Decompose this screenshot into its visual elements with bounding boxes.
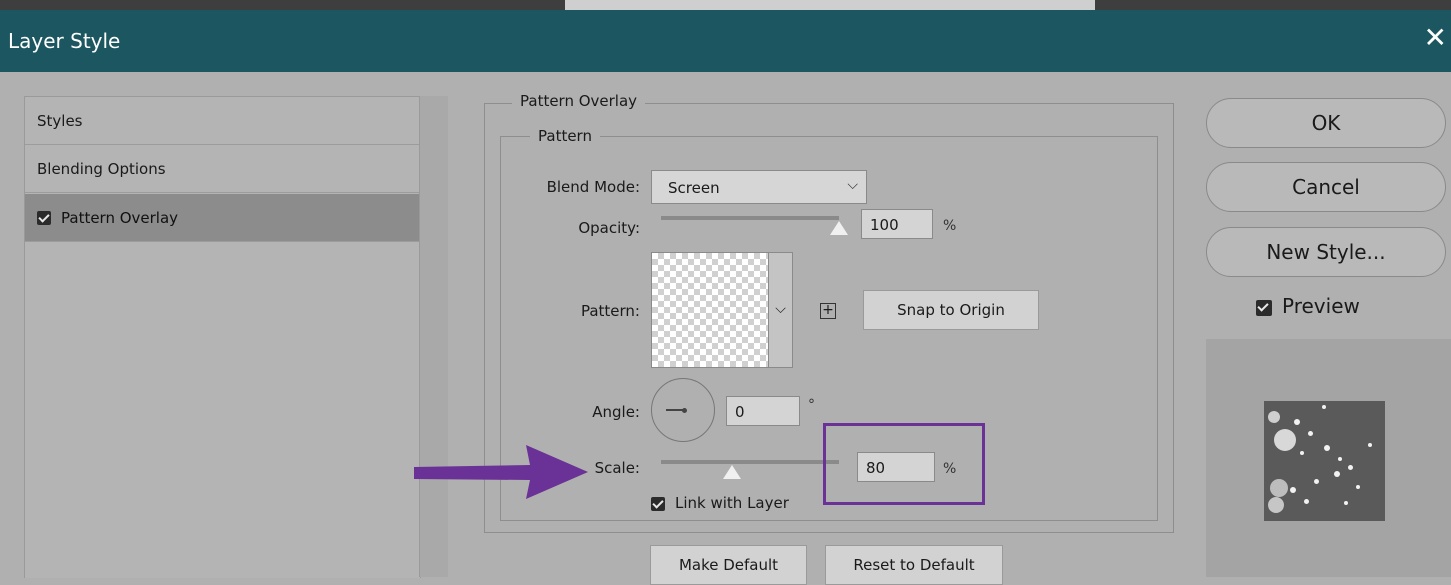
new-style-button[interactable]: New Style...	[1206, 227, 1446, 277]
title-bar: Layer Style ✕	[0, 10, 1451, 72]
blend-mode-select[interactable]: Screen ⌵	[651, 170, 867, 204]
angle-dial[interactable]	[651, 378, 715, 442]
make-default-button[interactable]: Make Default	[650, 545, 807, 585]
angle-unit: °	[808, 397, 815, 413]
annotation-arrow-icon	[414, 445, 588, 499]
styles-list-item-label: Pattern Overlay	[61, 208, 179, 227]
background-window-strip	[0, 0, 1451, 10]
scale-slider-thumb[interactable]	[723, 465, 742, 479]
opacity-slider-track[interactable]	[661, 216, 839, 220]
plus-square-icon[interactable]: +	[820, 303, 836, 319]
chevron-down-icon: ⌵	[775, 301, 786, 317]
angle-input[interactable]: 0	[726, 396, 800, 426]
style-preview-thumbnail	[1264, 401, 1385, 521]
checkbox-checked-icon	[651, 496, 665, 511]
link-with-layer-label: Link with Layer	[675, 494, 789, 512]
scale-slider-track[interactable]	[661, 460, 839, 464]
pattern-overlay-group-title: Pattern Overlay	[512, 92, 646, 110]
link-with-layer-checkbox[interactable]: Link with Layer	[651, 494, 789, 512]
opacity-unit: %	[943, 218, 957, 234]
chevron-down-icon: ⌵	[847, 177, 858, 193]
styles-list-scrollbar[interactable]	[419, 96, 448, 577]
blend-mode-value: Screen	[668, 179, 720, 197]
pattern-subgroup-title: Pattern	[530, 127, 600, 145]
ok-button[interactable]: OK	[1206, 98, 1446, 148]
snap-to-origin-button[interactable]: Snap to Origin	[863, 290, 1039, 330]
pattern-swatch[interactable]	[651, 252, 769, 368]
opacity-slider-thumb[interactable]	[830, 221, 848, 235]
styles-list-item-styles[interactable]: Styles	[25, 97, 420, 145]
scale-input[interactable]: 80	[857, 452, 935, 482]
blend-mode-label: Blend Mode:	[546, 178, 640, 196]
angle-label: Angle:	[592, 403, 640, 421]
pattern-label: Pattern:	[580, 302, 640, 320]
dialog-title: Layer Style	[8, 29, 121, 53]
pattern-picker-dropdown[interactable]: ⌵	[769, 252, 793, 368]
preview-checkbox[interactable]: Preview	[1256, 294, 1360, 318]
styles-list-item-pattern-overlay[interactable]: Pattern Overlay	[25, 194, 420, 242]
styles-list-item-label: Blending Options	[37, 159, 166, 178]
checkbox-checked-icon	[1256, 299, 1272, 316]
reset-to-default-button[interactable]: Reset to Default	[825, 545, 1003, 585]
close-icon[interactable]: ✕	[1424, 24, 1447, 52]
opacity-input[interactable]: 100	[861, 209, 933, 239]
styles-list-item-blending-options[interactable]: Blending Options	[25, 145, 420, 193]
scale-unit: %	[943, 461, 957, 477]
cancel-button[interactable]: Cancel	[1206, 162, 1446, 212]
styles-list-item-label: Styles	[37, 111, 83, 130]
preview-label: Preview	[1282, 294, 1360, 318]
opacity-label: Opacity:	[578, 219, 640, 237]
styles-list: Styles Blending Options Pattern Overlay	[24, 96, 421, 578]
pattern-overlay-checkbox[interactable]	[37, 210, 51, 225]
